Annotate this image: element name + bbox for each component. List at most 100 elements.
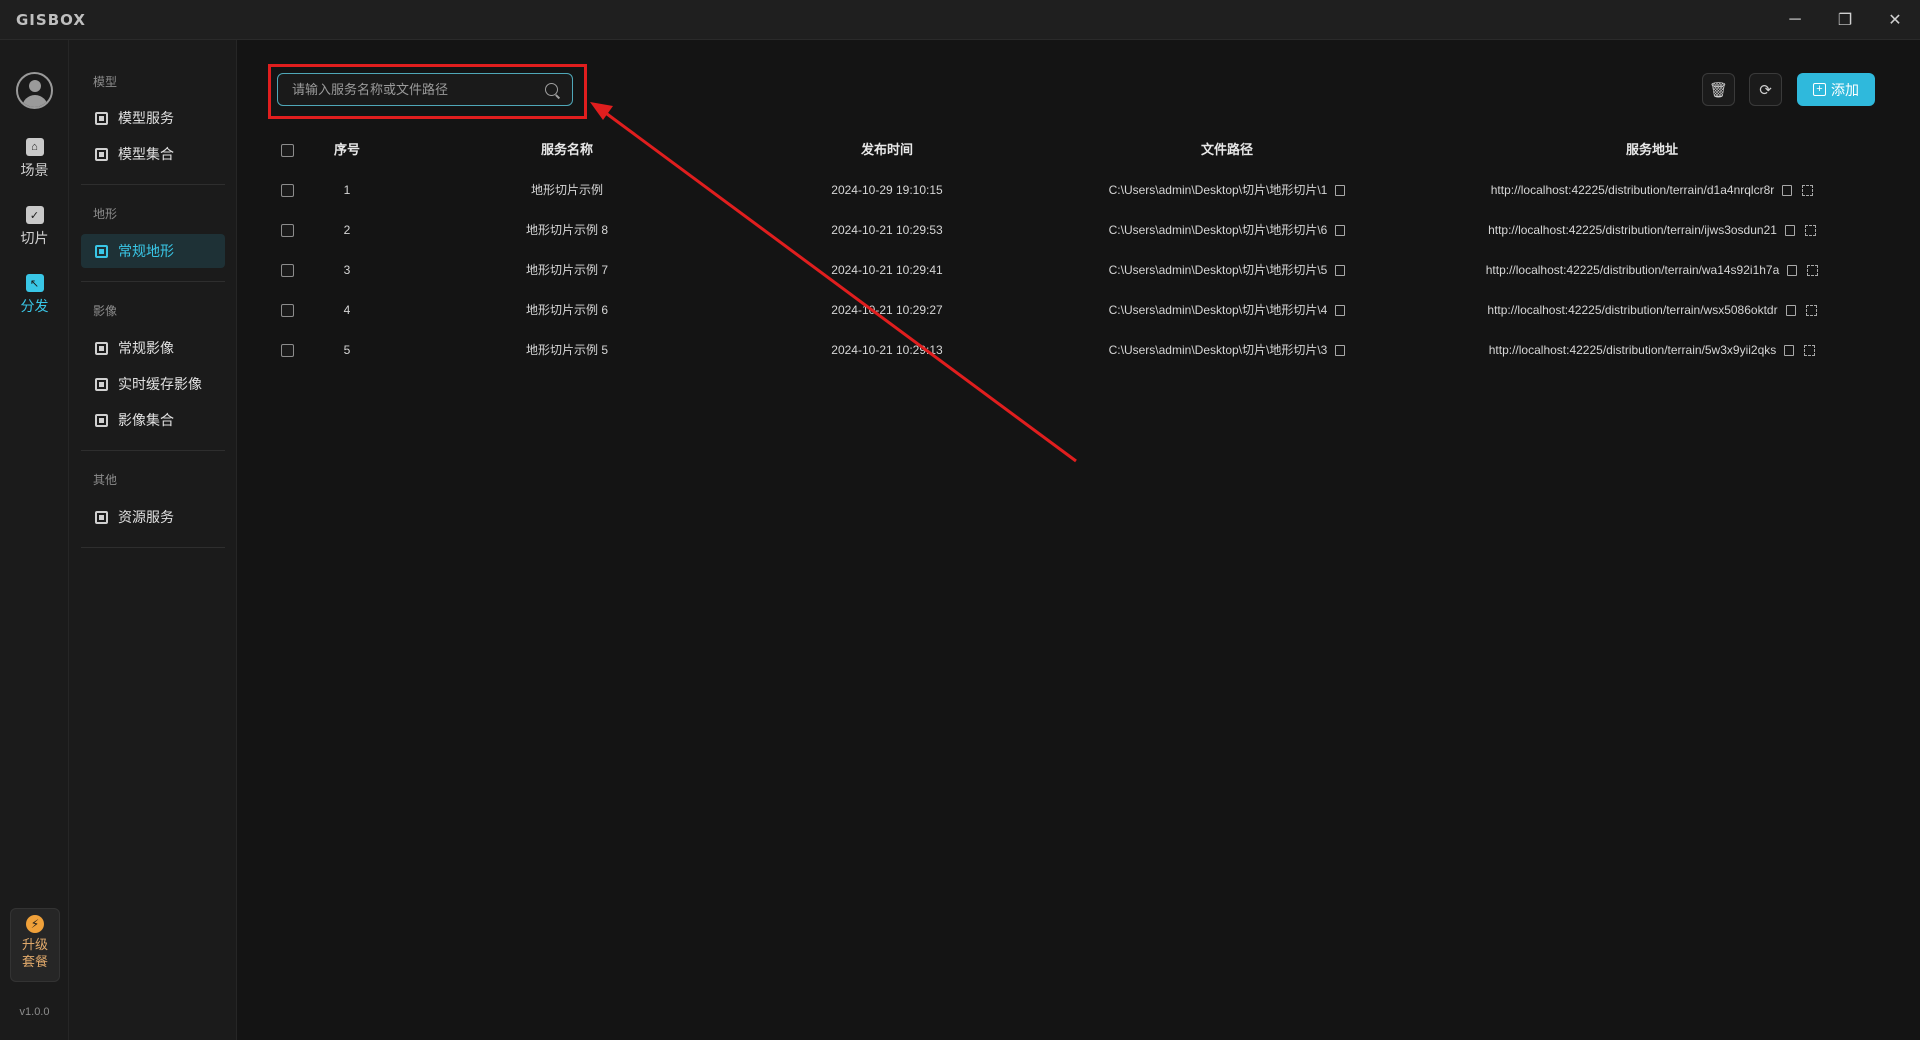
table-row: 4 地形切片示例 6 2024-10-21 10:29:27 C:\Users\… [267,290,1907,330]
minimize-button[interactable]: ─ [1772,0,1818,40]
table-row: 1 地形切片示例 2024-10-29 19:10:15 C:\Users\ad… [267,170,1907,210]
row-address-cell: http://localhost:42225/distribution/terr… [1457,210,1847,250]
qrcode-icon[interactable] [1807,265,1819,277]
rail-label: 场景 [20,162,49,178]
row-path-cell: C:\Users\admin\Desktop\切片\地形切片\6 [1067,210,1387,250]
search-input[interactable] [292,74,532,105]
rail-item-distribute[interactable]: ↖ 分发 [0,274,69,330]
row-path-cell: C:\Users\admin\Desktop\切片\地形切片\3 [1067,330,1387,370]
app-logo: GISBOX [16,11,86,29]
sidebar-item-resource-service[interactable]: 资源服务 [81,500,225,534]
open-folder-icon[interactable] [1335,345,1346,357]
rail-item-slice[interactable]: ✓ 切片 [0,206,69,262]
sidebar-item-model-service[interactable]: 模型服务 [81,101,225,135]
row-address-cell: http://localhost:42225/distribution/terr… [1457,170,1847,210]
copy-icon[interactable] [1787,265,1798,277]
group-title-other: 其他 [93,473,118,487]
sidebar-item-regular-terrain[interactable]: 常规地形 [81,234,225,268]
imagery-collection-icon [95,413,108,427]
table-row: 2 地形切片示例 8 2024-10-21 10:29:53 C:\Users\… [267,210,1907,250]
header-time: 发布时间 [860,142,913,157]
group-title-terrain: 地形 [93,207,118,221]
row-checkbox[interactable] [281,264,294,277]
row-path: C:\Users\admin\Desktop\切片\地形切片\4 [1108,303,1328,317]
open-folder-icon[interactable] [1335,185,1346,197]
row-name: 地形切片示例 5 [525,343,608,357]
open-folder-icon[interactable] [1335,265,1346,277]
upgrade-button[interactable]: ⚡ 升级套餐 [10,908,60,982]
row-path: C:\Users\admin\Desktop\切片\地形切片\1 [1108,183,1328,197]
qrcode-icon[interactable] [1805,305,1817,317]
sidebar-item-label: 常规地形 [118,243,174,259]
row-index: 5 [343,343,351,357]
header-address: 服务地址 [1625,142,1678,157]
restore-button[interactable]: ❐ [1822,0,1868,40]
services-table: 序号 服务名称 发布时间 文件路径 服务地址 1 地形切片示例 2024-10-… [267,130,1907,370]
copy-icon[interactable] [1784,345,1795,357]
qrcode-icon[interactable] [1802,185,1814,197]
add-button-label: 添加 [1831,81,1859,98]
row-address-cell: http://localhost:42225/distribution/terr… [1457,330,1847,370]
group-title-imagery: 影像 [93,304,118,318]
select-all-checkbox[interactable] [281,144,294,157]
row-checkbox[interactable] [281,304,294,317]
sidebar-item-label: 影像集合 [118,412,174,428]
search-box[interactable] [277,73,573,106]
imagery-icon [95,341,108,355]
row-index: 4 [343,303,351,317]
sidebar-item-imagery-collection[interactable]: 影像集合 [81,403,225,437]
open-folder-icon[interactable] [1335,225,1346,237]
row-address-cell: http://localhost:42225/distribution/terr… [1457,250,1847,290]
slice-icon: ✓ [25,206,44,224]
copy-icon[interactable] [1782,185,1793,197]
cache-imagery-icon [95,377,108,391]
rail-label: 切片 [20,230,49,246]
model-collection-icon [95,147,108,161]
sidebar-item-label: 资源服务 [118,509,174,525]
sidebar-item-label: 常规影像 [118,340,174,356]
row-address: http://localhost:42225/distribution/terr… [1487,303,1778,317]
rail-item-scene[interactable]: ⌂ 场景 [0,138,69,194]
header-path: 文件路径 [1200,142,1253,157]
scene-icon: ⌂ [25,138,44,156]
row-time: 2024-10-21 10:29:41 [831,263,943,277]
add-icon: + [1813,83,1826,96]
row-path: C:\Users\admin\Desktop\切片\地形切片\6 [1108,223,1328,237]
sidebar-item-regular-imagery[interactable]: 常规影像 [81,331,225,365]
distribute-icon: ↖ [25,274,44,292]
row-address: http://localhost:42225/distribution/terr… [1488,223,1777,237]
search-icon[interactable] [545,83,558,96]
add-button[interactable]: + 添加 [1797,73,1875,106]
qrcode-icon[interactable] [1804,345,1816,357]
row-path-cell: C:\Users\admin\Desktop\切片\地形切片\5 [1067,250,1387,290]
row-checkbox[interactable] [281,184,294,197]
main-panel: 🗑 ⟳ + 添加 序号 服务名称 发布时间 文件路径 服务地址 1 地形切片示例… [237,40,1920,1040]
qrcode-icon[interactable] [1804,225,1816,237]
row-checkbox[interactable] [281,344,294,357]
sidebar-item-realtime-cache-imagery[interactable]: 实时缓存影像 [81,367,225,401]
copy-icon[interactable] [1785,305,1796,317]
delete-button[interactable]: 🗑 [1702,73,1735,106]
row-name: 地形切片示例 6 [525,303,608,317]
table-row: 3 地形切片示例 7 2024-10-21 10:29:41 C:\Users\… [267,250,1907,290]
refresh-button[interactable]: ⟳ [1749,73,1782,106]
divider [81,184,225,185]
open-folder-icon[interactable] [1335,305,1346,317]
row-checkbox[interactable] [281,224,294,237]
row-path-cell: C:\Users\admin\Desktop\切片\地形切片\1 [1067,170,1387,210]
sidebar-item-model-collection[interactable]: 模型集合 [81,137,225,171]
row-path: C:\Users\admin\Desktop\切片\地形切片\5 [1108,263,1328,277]
table-header: 序号 服务名称 发布时间 文件路径 服务地址 [267,130,1907,170]
row-time: 2024-10-21 10:29:53 [831,223,943,237]
table-row: 5 地形切片示例 5 2024-10-21 10:29:13 C:\Users\… [267,330,1907,370]
row-time: 2024-10-21 10:29:27 [831,303,943,317]
row-name: 地形切片示例 7 [525,263,608,277]
avatar[interactable] [16,72,53,109]
divider [81,281,225,282]
divider [81,547,225,548]
copy-icon[interactable] [1784,225,1795,237]
row-address: http://localhost:42225/distribution/terr… [1490,183,1775,197]
sidebar-item-label: 实时缓存影像 [118,376,202,392]
close-button[interactable]: ✕ [1872,0,1918,40]
header-name: 服务名称 [540,142,593,157]
